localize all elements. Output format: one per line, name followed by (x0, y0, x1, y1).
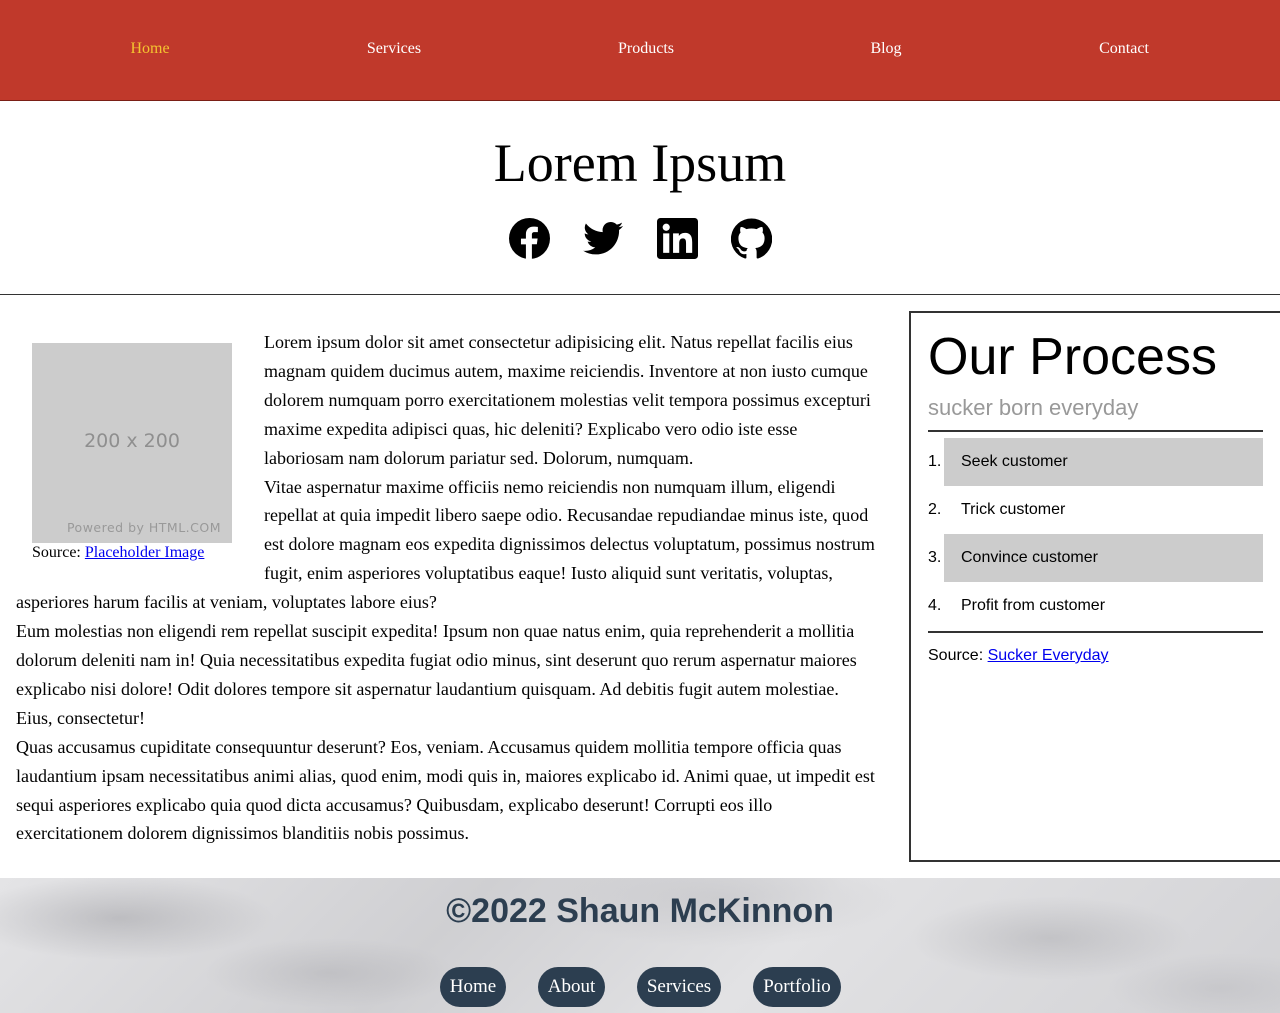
article-paragraph: Eum molestias non eligendi rem repellat … (16, 621, 857, 728)
process-sidebar: Our Process sucker born everyday 1. Seek … (909, 311, 1280, 862)
nav-link-products[interactable]: Products (618, 40, 674, 58)
source-prefix: Source: (928, 647, 988, 664)
copyright-text: ©2022 Shaun McKinnon (446, 892, 834, 930)
nav-link-services[interactable]: Services (367, 40, 421, 58)
sidebar-tagline: sucker born everyday (928, 395, 1139, 420)
nav-link-blog[interactable]: Blog (870, 40, 901, 58)
footer-link-portfolio[interactable]: Portfolio (753, 967, 841, 1007)
placeholder-powered-by: Powered by HTML.COM (66, 520, 221, 535)
article: 200 x 200 Powered by HTML.COM Source: Pl… (16, 328, 878, 848)
twitter-icon[interactable] (583, 218, 624, 259)
step-label: Trick customer (961, 501, 1066, 518)
process-step: 3. Convince customer (928, 534, 1263, 582)
sidebar-divider (928, 430, 1263, 432)
social-links (509, 218, 772, 259)
facebook-icon[interactable] (509, 218, 550, 259)
step-number: 2. (928, 501, 942, 518)
step-label: Seek customer (944, 438, 1263, 486)
step-label: Profit from customer (961, 597, 1106, 614)
process-steps: 1. Seek customer 2. Trick customer 3. Convi… (928, 438, 1263, 630)
sucker-everyday-link[interactable]: Sucker Everyday (988, 647, 1109, 664)
article-paragraph: Quas accusamus cupiditate consequuntur d… (16, 736, 875, 844)
nav-link-home[interactable]: Home (130, 40, 169, 58)
placeholder-figure: 200 x 200 Powered by HTML.COM Source: Pl… (32, 343, 248, 562)
footer-link-services[interactable]: Services (637, 967, 721, 1007)
placeholder-dimensions: 200 x 200 (84, 430, 180, 452)
step-number: 4. (928, 597, 942, 614)
step-label: Convince customer (944, 534, 1263, 582)
github-icon[interactable] (731, 218, 772, 259)
step-number: 1. (928, 453, 942, 470)
step-number: 3. (928, 549, 942, 566)
top-nav: Home Services Products Blog Contact (0, 0, 1280, 101)
page-header: Lorem Ipsum (0, 101, 1280, 295)
page-footer: ©2022 Shaun McKinnon Home About Services… (0, 878, 1280, 1013)
sidebar-divider (928, 631, 1263, 633)
page-title: Lorem Ipsum (493, 133, 787, 193)
footer-link-about[interactable]: About (538, 967, 605, 1007)
caption-prefix: Source: (32, 544, 85, 561)
sidebar-source: Source: Sucker Everyday (928, 647, 1109, 665)
nav-link-contact[interactable]: Contact (1099, 40, 1149, 58)
placeholder-image: 200 x 200 Powered by HTML.COM (32, 343, 232, 543)
placeholder-image-link[interactable]: Placeholder Image (85, 544, 205, 561)
sidebar-title: Our Process (928, 328, 1217, 386)
process-step: 4. Profit from customer (928, 582, 1263, 630)
footer-link-home[interactable]: Home (440, 967, 506, 1007)
process-step: 2. Trick customer (928, 486, 1263, 534)
process-step: 1. Seek customer (928, 438, 1263, 486)
linkedin-icon[interactable] (657, 218, 698, 259)
main-content: 200 x 200 Powered by HTML.COM Source: Pl… (0, 295, 1280, 878)
figure-caption: Source: Placeholder Image (32, 544, 248, 562)
